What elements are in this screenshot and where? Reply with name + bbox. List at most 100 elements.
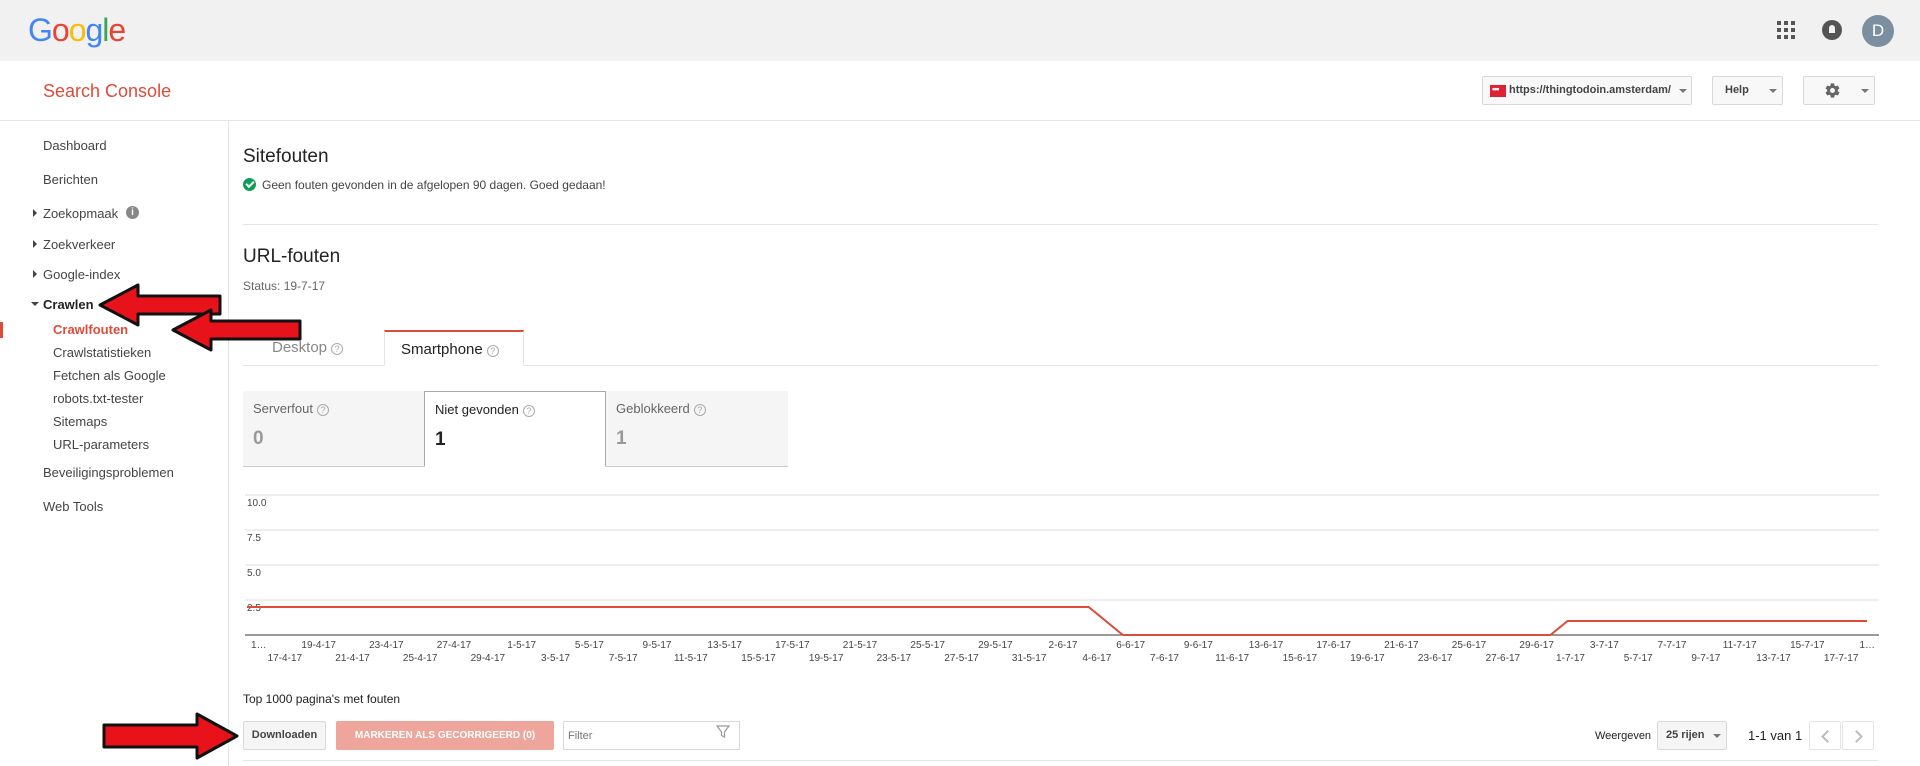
x-tick-label: 3-5-17: [541, 653, 570, 664]
chevron-down-icon: [1713, 734, 1721, 738]
sidebar-subitem-sitemaps[interactable]: Sitemaps: [53, 414, 107, 429]
x-tick-label: 1…: [251, 640, 267, 651]
x-tick-label: 31-5-17: [1012, 653, 1047, 664]
rows-per-page-select[interactable]: 25 rijen: [1657, 721, 1727, 750]
apps-grid-icon[interactable]: [1777, 21, 1795, 39]
sidebar-nav: Dashboard Berichten Zoekopmaak i Zoekver…: [0, 121, 229, 766]
google-logo[interactable]: Google: [28, 12, 126, 49]
x-tick-label: 21-5-17: [843, 640, 878, 651]
previous-page-button[interactable]: [1809, 721, 1841, 750]
help-circle-icon[interactable]: ?: [331, 343, 344, 355]
sidebar-item-security-issues[interactable]: Beveiligingsproblemen: [43, 465, 174, 480]
y-tick-label: 7.5: [247, 533, 261, 544]
next-page-button[interactable]: [1842, 721, 1874, 750]
x-tick-label: 29-6-17: [1519, 640, 1554, 651]
x-tick-label: 15-5-17: [741, 653, 776, 664]
x-tick-label: 25-5-17: [910, 640, 945, 651]
annotation-arrow-crawl-errors: [171, 308, 302, 352]
avatar[interactable]: D: [1862, 15, 1894, 47]
x-tick-label: 27-6-17: [1486, 653, 1521, 664]
filter-input[interactable]: [563, 721, 740, 750]
sidebar-subitem-fetch-as-google[interactable]: Fetchen als Google: [53, 368, 166, 383]
metric-label: Niet gevonden?: [435, 402, 605, 417]
product-title[interactable]: Search Console: [43, 81, 171, 102]
site-errors-title: Sitefouten: [243, 146, 329, 167]
sidebar-item-dashboard[interactable]: Dashboard: [43, 138, 107, 153]
x-tick-label: 7-6-17: [1150, 653, 1179, 664]
x-tick-label: 21-4-17: [335, 653, 370, 664]
metric-value: 1: [435, 429, 446, 450]
x-tick-label: 23-6-17: [1418, 653, 1453, 664]
sidebar-subitem-robots-tester[interactable]: robots.txt-tester: [53, 391, 143, 406]
property-selector[interactable]: https://thingtodoin.amsterdam/: [1482, 76, 1692, 105]
logo-letter: g: [85, 12, 103, 48]
site-errors-message: Geen fouten gevonden in de afgelopen 90 …: [243, 178, 606, 192]
x-tick-label: 4-6-17: [1082, 653, 1111, 664]
x-tick-label: 27-4-17: [437, 640, 472, 651]
download-button[interactable]: Downloaden: [243, 721, 326, 750]
x-tick-label: 5-5-17: [575, 640, 604, 651]
y-tick-label: 10.0: [247, 498, 267, 509]
x-tick-label: 23-4-17: [369, 640, 404, 651]
check-circle-icon: [243, 178, 256, 191]
gear-icon: [1825, 83, 1840, 98]
metric-label: Geblokkeerd?: [616, 401, 788, 416]
tab-smartphone[interactable]: Smartphone?: [384, 330, 524, 366]
help-button[interactable]: Help: [1712, 76, 1783, 105]
metric-server-error[interactable]: Serverfout? 0: [243, 391, 425, 467]
rows-per-page-label: Weergeven: [1595, 730, 1652, 742]
sidebar-item-messages[interactable]: Berichten: [43, 172, 98, 187]
x-tick-label: 17-4-17: [268, 653, 303, 664]
filter-funnel-icon[interactable]: [716, 725, 730, 739]
mark-as-fixed-button[interactable]: MARKEREN ALS GECORRIGEERD (0): [336, 721, 554, 750]
errors-line-chart: 10.07.55.02.51…17-4-1719-4-1721-4-1723-4…: [245, 494, 1879, 664]
x-tick-label: 3-7-17: [1590, 640, 1619, 651]
property-url: https://thingtodoin.amsterdam/: [1509, 84, 1671, 96]
sidebar-item-search-traffic[interactable]: Zoekverkeer: [43, 237, 115, 252]
x-tick-label: 21-6-17: [1384, 640, 1419, 651]
sidebar-subitem-crawl-stats[interactable]: Crawlstatistieken: [53, 345, 151, 360]
sidebar-item-crawl[interactable]: Crawlen: [43, 297, 94, 312]
pagination-range: 1-1 van 1: [1748, 728, 1803, 743]
sidebar-item-web-tools[interactable]: Web Tools: [43, 499, 103, 514]
x-tick-label: 9-7-17: [1691, 653, 1720, 664]
bell-icon[interactable]: [1822, 20, 1842, 40]
x-tick-label: 19-6-17: [1350, 653, 1385, 664]
url-errors-title: URL-fouten: [243, 246, 341, 267]
x-tick-label: 19-5-17: [809, 653, 844, 664]
sidebar-item-search-appearance[interactable]: Zoekopmaak: [43, 206, 118, 221]
series-line: [247, 606, 1867, 636]
x-tick-label: 15-6-17: [1283, 653, 1318, 664]
metric-blocked[interactable]: Geblokkeerd? 1: [606, 391, 788, 467]
x-tick-label: 17-5-17: [775, 640, 810, 651]
x-tick-label: 29-5-17: [978, 640, 1013, 651]
help-circle-icon[interactable]: ?: [693, 404, 706, 416]
logo-letter: o: [68, 12, 87, 48]
annotation-arrow-download: [102, 712, 239, 760]
metric-not-found[interactable]: Niet gevonden? 1: [424, 391, 606, 467]
console-header: Search Console https://thingtodoin.amste…: [0, 61, 1920, 121]
settings-button[interactable]: [1803, 76, 1875, 105]
expand-arrow-icon: [33, 270, 37, 278]
info-icon[interactable]: i: [126, 206, 139, 219]
help-circle-icon[interactable]: ?: [486, 345, 499, 357]
metric-value: 0: [253, 428, 264, 449]
sidebar-subitem-url-parameters[interactable]: URL-parameters: [53, 437, 149, 452]
x-tick-label: 9-5-17: [643, 640, 672, 651]
help-circle-icon[interactable]: ?: [522, 405, 535, 417]
logo-letter: G: [28, 12, 53, 48]
x-tick-label: 25-6-17: [1452, 640, 1487, 651]
sidebar-item-google-index[interactable]: Google-index: [43, 267, 120, 282]
y-tick-label: 2.5: [247, 603, 261, 614]
chevron-down-icon: [1861, 89, 1869, 93]
x-tick-label: 27-5-17: [944, 653, 979, 664]
x-tick-label: 19-4-17: [301, 640, 336, 651]
collapse-arrow-icon: [31, 302, 39, 306]
metric-label: Serverfout?: [253, 401, 425, 416]
chevron-down-icon: [1679, 89, 1687, 93]
help-circle-icon[interactable]: ?: [316, 404, 329, 416]
x-tick-label: 13-5-17: [707, 640, 742, 651]
x-tick-label: 11-7-17: [1723, 640, 1757, 651]
x-tick-label: 15-7-17: [1790, 640, 1825, 651]
x-tick-label: 13-7-17: [1756, 653, 1791, 664]
